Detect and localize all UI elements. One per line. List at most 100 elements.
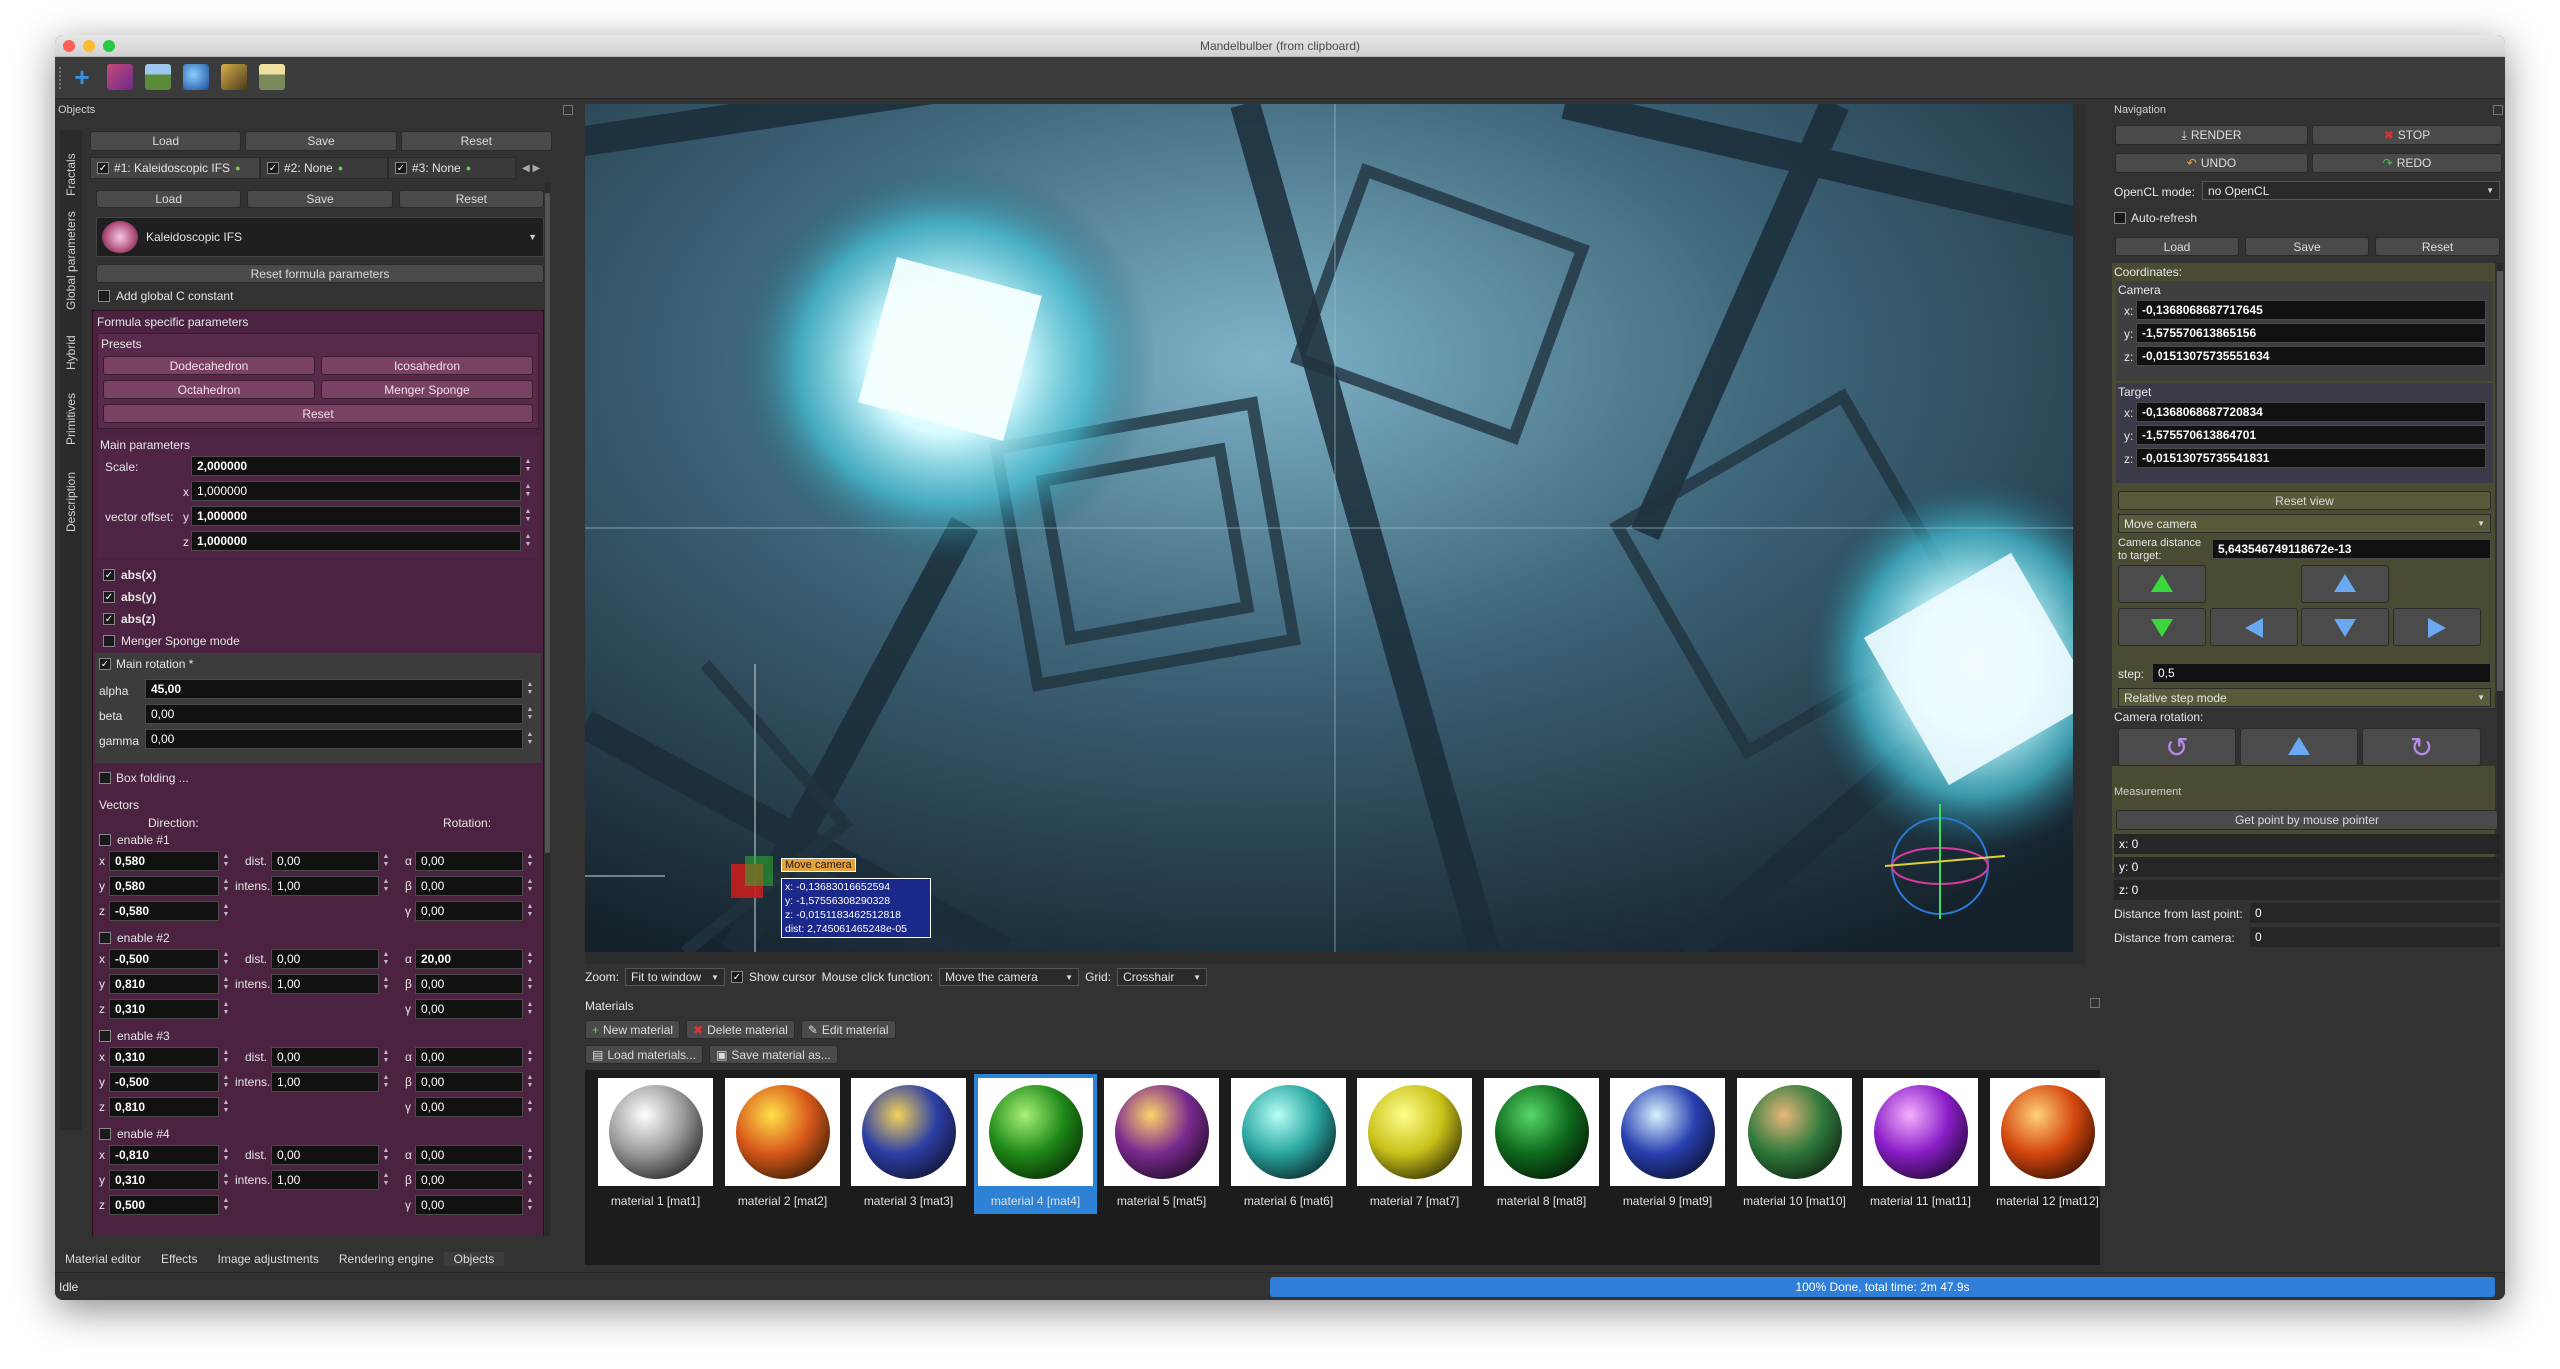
edit-material-button[interactable]: ✎ Edit material: [800, 1020, 896, 1039]
abs-x-checkbox[interactable]: ✓: [103, 569, 115, 581]
vector-rot-b-field[interactable]: 0,00: [415, 1170, 523, 1190]
vector-rot-g-field[interactable]: 0,00: [415, 1195, 523, 1215]
side-tab-fractals[interactable]: Fractals: [64, 140, 78, 196]
beta-field[interactable]: 0,00: [145, 704, 523, 724]
vector-dist-spinner[interactable]: ▲ ▼: [381, 1047, 391, 1067]
vector-dist-field[interactable]: 0,00: [271, 1047, 379, 1067]
gamma-field[interactable]: 0,00: [145, 729, 523, 749]
offset-y-field[interactable]: 1,000000: [191, 506, 521, 526]
vector-enable-checkbox[interactable]: [99, 1128, 111, 1140]
offset-y-spinner[interactable]: ▲ ▼: [523, 506, 533, 526]
load-materials-button[interactable]: ▤ Load materials...: [585, 1045, 704, 1064]
vector-rot-a-field[interactable]: 0,00: [415, 851, 523, 871]
settings-scrollbar[interactable]: [545, 183, 550, 1236]
tab-image-adjustments[interactable]: Image adjustments: [208, 1252, 329, 1266]
float-panel-icon[interactable]: [2493, 105, 2503, 115]
rotate-right-button[interactable]: ↻: [2362, 728, 2481, 766]
settings-scroll-thumb[interactable]: [545, 193, 550, 853]
landscape-icon[interactable]: [145, 64, 171, 90]
vector-rot-b-spinner[interactable]: ▲ ▼: [525, 1072, 535, 1092]
abs-z-row[interactable]: ✓ abs(z): [103, 612, 156, 626]
vector-dist-field[interactable]: 0,00: [271, 1145, 379, 1165]
box-folding-row[interactable]: Box folding ...: [99, 771, 189, 785]
vector-rot-a-spinner[interactable]: ▲ ▼: [525, 1145, 535, 1165]
material-swatch[interactable]: [725, 1078, 840, 1186]
vector-z-field[interactable]: 0,500: [109, 1195, 219, 1215]
add-global-c-row[interactable]: Add global C constant: [98, 289, 233, 303]
stop-button[interactable]: ✖ STOP: [2312, 125, 2502, 145]
vector-z-spinner[interactable]: ▲ ▼: [221, 1195, 231, 1215]
move-right-button[interactable]: [2393, 608, 2481, 646]
vector-x-field[interactable]: -0,500: [109, 949, 219, 969]
tab-objects[interactable]: Objects: [443, 1252, 505, 1266]
vector-intens-field[interactable]: 1,00: [271, 876, 379, 896]
formula-select[interactable]: Kaleidoscopic IFS ▼: [96, 217, 544, 257]
gamma-spinner[interactable]: ▲ ▼: [525, 729, 535, 749]
viewport-horizontal-scrollbar[interactable]: [585, 952, 2085, 964]
material-swatch[interactable]: [1357, 1078, 1472, 1186]
material-swatch[interactable]: [1990, 1078, 2105, 1186]
side-tab-description[interactable]: Description: [64, 462, 78, 532]
opencl-select[interactable]: no OpenCL ▼: [2202, 181, 2500, 200]
image-icon[interactable]: [259, 64, 285, 90]
render-viewport[interactable]: Move camera x: -0,13683016652594 y: -1,5…: [585, 104, 2085, 952]
vector-z-spinner[interactable]: ▲ ▼: [221, 1097, 231, 1117]
abs-y-row[interactable]: ✓ abs(y): [103, 590, 156, 604]
move-left-button[interactable]: [2210, 608, 2298, 646]
main-rotation-checkbox[interactable]: ✓: [99, 658, 111, 670]
alpha-spinner[interactable]: ▲ ▼: [525, 679, 535, 699]
preset-dodecahedron-button[interactable]: Dodecahedron: [103, 356, 315, 375]
vector-rot-b-field[interactable]: 0,00: [415, 1072, 523, 1092]
vector-x-spinner[interactable]: ▲ ▼: [221, 949, 231, 969]
target-y-field[interactable]: -1,575570613864701: [2136, 425, 2486, 445]
vector-y-field[interactable]: 0,310: [109, 1170, 219, 1190]
reset-formula-button[interactable]: Reset formula parameters: [96, 264, 544, 283]
vector-dist-field[interactable]: 0,00: [271, 851, 379, 871]
toolbar-grip[interactable]: [59, 67, 62, 89]
delete-material-button[interactable]: ✖ Delete material: [686, 1020, 795, 1039]
new-material-button[interactable]: + New material: [585, 1020, 681, 1039]
vector-intens-field[interactable]: 1,00: [271, 1072, 379, 1092]
vector-rot-a-spinner[interactable]: ▲ ▼: [525, 949, 535, 969]
material-swatch[interactable]: [1610, 1078, 1725, 1186]
vector-intens-spinner[interactable]: ▲ ▼: [381, 876, 391, 896]
camera-z-field[interactable]: -0,01513075735551634: [2136, 346, 2486, 366]
preset-octahedron-button[interactable]: Octahedron: [103, 380, 315, 399]
vector-rot-b-spinner[interactable]: ▲ ▼: [525, 1170, 535, 1190]
vector-rot-a-spinner[interactable]: ▲ ▼: [525, 851, 535, 871]
vector-y-spinner[interactable]: ▲ ▼: [221, 1072, 231, 1092]
vector-enable-checkbox[interactable]: [99, 932, 111, 944]
close-window-button[interactable]: [63, 40, 75, 52]
material-swatch[interactable]: [1104, 1078, 1219, 1186]
fractal-tab-3[interactable]: ✓ #3: None ●: [388, 157, 516, 179]
abs-y-checkbox[interactable]: ✓: [103, 591, 115, 603]
material-swatch[interactable]: [1863, 1078, 1978, 1186]
material-swatch[interactable]: [598, 1078, 713, 1186]
tab-rendering-engine[interactable]: Rendering engine: [329, 1252, 444, 1266]
material-swatch[interactable]: [1737, 1078, 1852, 1186]
preset-menger-sponge-button[interactable]: Menger Sponge: [321, 380, 533, 399]
vector-rot-b-field[interactable]: 0,00: [415, 974, 523, 994]
save-button[interactable]: Save: [245, 131, 397, 151]
side-tab-primitives[interactable]: Primitives: [64, 385, 78, 445]
vector-intens-spinner[interactable]: ▲ ▼: [381, 1170, 391, 1190]
add-global-c-checkbox[interactable]: [98, 290, 110, 302]
step-mode-select[interactable]: Relative step mode ▼: [2118, 688, 2491, 707]
vector-dist-field[interactable]: 0,00: [271, 949, 379, 969]
add-icon[interactable]: +: [69, 64, 95, 91]
preset-reset-button[interactable]: Reset: [103, 404, 533, 423]
vector-enable-row[interactable]: enable #3: [99, 1029, 170, 1043]
vector-enable-checkbox[interactable]: [99, 834, 111, 846]
undo-button[interactable]: ↶ UNDO: [2115, 153, 2308, 173]
fractal-2-checkbox[interactable]: ✓: [267, 162, 279, 174]
vector-dist-spinner[interactable]: ▲ ▼: [381, 949, 391, 969]
reset-button[interactable]: Reset: [400, 131, 552, 151]
redo-button[interactable]: ↷ REDO: [2312, 153, 2502, 173]
vector-x-field[interactable]: 0,310: [109, 1047, 219, 1067]
vector-intens-field[interactable]: 1,00: [271, 974, 379, 994]
material-swatch[interactable]: [978, 1078, 1093, 1186]
target-x-field[interactable]: -0,1368068687720834: [2136, 402, 2486, 422]
auto-refresh-row[interactable]: Auto-refresh: [2114, 211, 2197, 225]
vector-y-field[interactable]: 0,580: [109, 876, 219, 896]
fractal-tab-1[interactable]: ✓ #1: Kaleidoscopic IFS ●: [90, 157, 260, 179]
